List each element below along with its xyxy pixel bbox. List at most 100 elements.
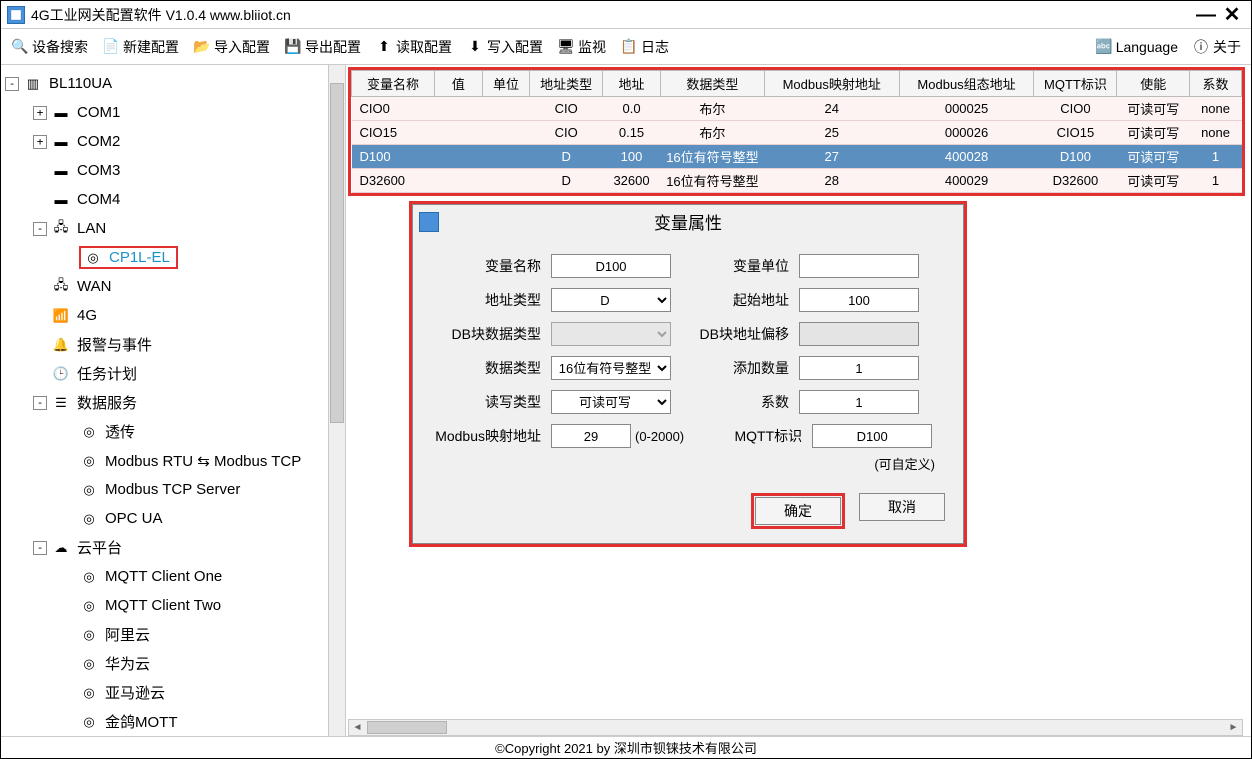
close-button[interactable]: ✕ [1219, 6, 1245, 24]
col-coef[interactable]: 系数 [1190, 71, 1242, 97]
tree-modbus-tcp[interactable]: ◎Modbus TCP Server [1, 475, 345, 504]
language-icon: 🔤 [1095, 38, 1113, 56]
tree-com1[interactable]: +▬COM1 [1, 98, 345, 127]
col-unit[interactable]: 单位 [482, 71, 530, 97]
cell-mapaddr: 24 [764, 97, 899, 121]
table-row[interactable]: CIO15CIO0.15布尔25000026CIO15可读可写none [352, 121, 1242, 145]
table-row[interactable]: D100D10016位有符号整型27400028D100可读可写1 [352, 145, 1242, 169]
col-datatype[interactable]: 数据类型 [661, 71, 765, 97]
scroll-left-icon[interactable]: ◄ [349, 720, 366, 735]
select-datatype[interactable]: 16位有符号整型 [551, 356, 671, 380]
dialog-titlebar: 变量属性 [413, 205, 963, 238]
cell-name: CIO0 [352, 97, 435, 121]
cancel-button[interactable]: 取消 [859, 493, 945, 521]
download-icon: ⬇ [466, 38, 484, 56]
tree-com2[interactable]: +▬COM2 [1, 127, 345, 156]
cell-enable: 可读可写 [1117, 145, 1190, 169]
tree-com4[interactable]: ▬COM4 [1, 185, 345, 214]
tree-passthru[interactable]: ◎透传 [1, 417, 345, 446]
tree-modbus-rtu[interactable]: ◎Modbus RTU ⇆ Modbus TCP [1, 446, 345, 475]
content-hscrollbar[interactable]: ◄ ► [348, 719, 1243, 736]
tree-scrollbar[interactable] [328, 65, 345, 736]
about-button[interactable]: ⓘ关于 [1186, 35, 1247, 59]
tree-jinge[interactable]: ◎金鸽MOTT [1, 707, 345, 736]
input-addcount[interactable] [799, 356, 919, 380]
cell-unit [482, 169, 530, 193]
collapse-icon[interactable]: - [33, 396, 47, 410]
port-icon: ▬ [51, 105, 71, 121]
tree-com3[interactable]: ▬COM3 [1, 156, 345, 185]
info-icon: ⓘ [1192, 38, 1210, 56]
tree-cloud[interactable]: -☁云平台 [1, 533, 345, 562]
cell-value [434, 97, 482, 121]
monitor-button[interactable]: 🖥监视 [551, 35, 612, 59]
input-startaddr[interactable] [799, 288, 919, 312]
tree-alarm[interactable]: 🔔报警与事件 [1, 330, 345, 359]
cell-unit [482, 145, 530, 169]
cell-cfgaddr: 000025 [899, 97, 1034, 121]
select-rwtype[interactable]: 可读可写 [551, 390, 671, 414]
tree-opcua[interactable]: ◎OPC UA [1, 504, 345, 533]
input-unit[interactable] [799, 254, 919, 278]
import-config-button[interactable]: 📂导入配置 [187, 35, 276, 59]
col-name[interactable]: 变量名称 [352, 71, 435, 97]
collapse-icon[interactable]: - [5, 77, 19, 91]
table-row[interactable]: D32600D3260016位有符号整型28400029D32600可读可写1 [352, 169, 1242, 193]
search-devices-button[interactable]: 🔍设备搜索 [5, 35, 94, 59]
variable-table-highlight: 变量名称 值 单位 地址类型 地址 数据类型 Modbus映射地址 Modbus… [348, 67, 1245, 196]
col-cfgaddr[interactable]: Modbus组态地址 [899, 71, 1034, 97]
col-mapaddr[interactable]: Modbus映射地址 [764, 71, 899, 97]
col-mqtt[interactable]: MQTT标识 [1034, 71, 1117, 97]
col-enable[interactable]: 使能 [1117, 71, 1190, 97]
col-addrtype[interactable]: 地址类型 [530, 71, 603, 97]
new-config-button[interactable]: 📄新建配置 [96, 35, 185, 59]
cell-value [434, 169, 482, 193]
scroll-right-icon[interactable]: ► [1225, 720, 1242, 735]
ok-button-highlight: 确定 [751, 493, 845, 529]
tree-mqtt1[interactable]: ◎MQTT Client One [1, 562, 345, 591]
hint-mqtt: (可自定义) [423, 454, 953, 473]
col-value[interactable]: 值 [434, 71, 482, 97]
minimize-button[interactable]: — [1193, 6, 1219, 24]
input-coef[interactable] [799, 390, 919, 414]
col-addr[interactable]: 地址 [602, 71, 660, 97]
expand-icon[interactable]: + [33, 135, 47, 149]
scrollbar-thumb[interactable] [330, 83, 344, 423]
cell-addrtype: CIO [530, 121, 603, 145]
scrollbar-thumb[interactable] [367, 721, 447, 734]
write-config-button[interactable]: ⬇写入配置 [460, 35, 549, 59]
select-addrtype[interactable]: D [551, 288, 671, 312]
expand-icon[interactable]: + [33, 106, 47, 120]
language-button[interactable]: 🔤Language [1089, 36, 1184, 58]
port-icon: ▬ [51, 192, 71, 208]
tree-lan[interactable]: -🖧LAN [1, 214, 345, 243]
tree-aws[interactable]: ◎亚马逊云 [1, 678, 345, 707]
database-icon: ☰ [51, 395, 71, 411]
cell-enable: 可读可写 [1117, 97, 1190, 121]
input-mqtt[interactable] [812, 424, 932, 448]
tree-root[interactable]: -▥BL110UA [1, 69, 345, 98]
variable-properties-dialog: 变量属性 变量名称 变量单位 地址类型D 起始地址 DB块数据类型 [412, 204, 964, 544]
input-mapaddr[interactable] [551, 424, 631, 448]
ok-button[interactable]: 确定 [755, 497, 841, 525]
cell-addr: 32600 [602, 169, 660, 193]
tree-task[interactable]: 🕒任务计划 [1, 359, 345, 388]
tree-huawei[interactable]: ◎华为云 [1, 649, 345, 678]
tree-4g[interactable]: 📶4G [1, 301, 345, 330]
export-config-button[interactable]: 💾导出配置 [278, 35, 367, 59]
tree-wan[interactable]: 🖧WAN [1, 272, 345, 301]
input-name[interactable] [551, 254, 671, 278]
tree-aliyun[interactable]: ◎阿里云 [1, 620, 345, 649]
table-row[interactable]: CIO0CIO0.0布尔24000025CIO0可读可写none [352, 97, 1242, 121]
cell-cfgaddr: 400028 [899, 145, 1034, 169]
log-button[interactable]: 📋日志 [614, 35, 675, 59]
read-config-button[interactable]: ⬆读取配置 [369, 35, 458, 59]
cell-unit [482, 97, 530, 121]
collapse-icon[interactable]: - [33, 222, 47, 236]
tree-dataservice[interactable]: -☰数据服务 [1, 388, 345, 417]
tree-mqtt2[interactable]: ◎MQTT Client Two [1, 591, 345, 620]
collapse-icon[interactable]: - [33, 541, 47, 555]
tree-cp1l[interactable]: ◎CP1L-EL [1, 243, 345, 272]
cell-coef: none [1190, 121, 1242, 145]
cell-name: D100 [352, 145, 435, 169]
